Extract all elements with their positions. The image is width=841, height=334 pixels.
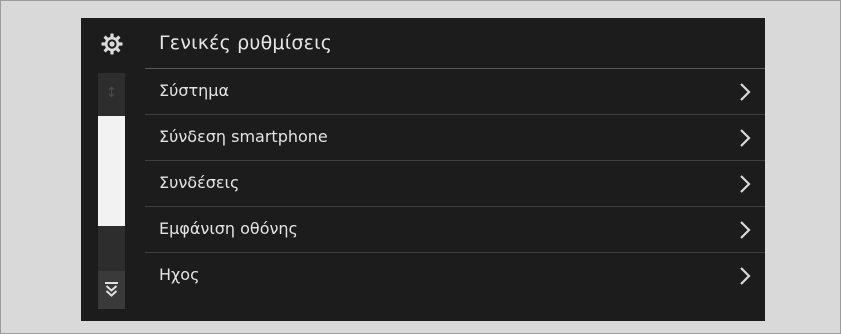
- chevron-right-icon: [740, 83, 751, 101]
- menu-item-label: Εμφάνιση οθόνης: [159, 219, 298, 238]
- menu-item-system[interactable]: Σύστημα: [145, 69, 765, 115]
- scroll-thumb[interactable]: [98, 116, 125, 226]
- page-title: Γενικές ρυθμίσεις: [159, 32, 333, 54]
- image-frame: Γενικές ρυθμίσεις ↕ Σύστημα Σύνδεση smar…: [0, 0, 841, 334]
- menu-item-label: Σύστημα: [159, 81, 230, 100]
- menu-item-connections[interactable]: Συνδέσεις: [145, 161, 765, 207]
- settings-menu-list: Σύστημα Σύνδεση smartphone Συνδέσεις Εμφ…: [145, 69, 765, 299]
- screen-header: Γενικές ρυθμίσεις: [81, 18, 765, 72]
- scroll-down-icon: [105, 282, 118, 297]
- chevron-right-icon: [740, 221, 751, 239]
- chevron-right-icon: [740, 267, 751, 285]
- menu-item-display[interactable]: Εμφάνιση οθόνης: [145, 207, 765, 253]
- menu-item-label: Ηχος: [159, 265, 200, 284]
- infotainment-screen: Γενικές ρυθμίσεις ↕ Σύστημα Σύνδεση smar…: [81, 18, 765, 321]
- menu-item-smartphone-connection[interactable]: Σύνδεση smartphone: [145, 115, 765, 161]
- menu-item-label: Σύνδεση smartphone: [159, 127, 328, 146]
- scrollbar[interactable]: ↕: [98, 73, 125, 309]
- gear-icon: [101, 33, 123, 55]
- menu-item-label: Συνδέσεις: [159, 173, 240, 192]
- scroll-down-button[interactable]: [98, 271, 125, 309]
- scroll-up-icon: ↕: [105, 85, 118, 101]
- chevron-right-icon: [740, 175, 751, 193]
- menu-item-sound[interactable]: Ηχος: [145, 253, 765, 299]
- chevron-right-icon: [740, 129, 751, 147]
